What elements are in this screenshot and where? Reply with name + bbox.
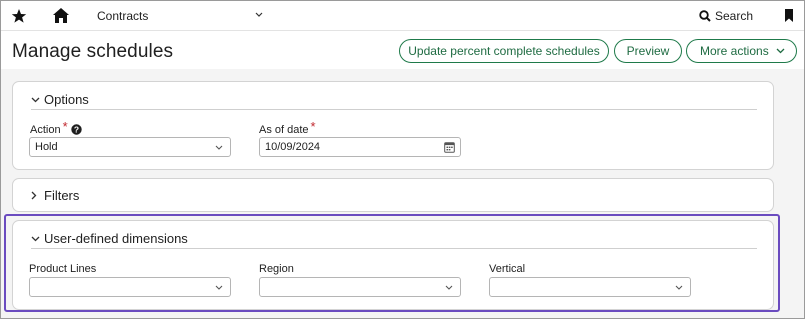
help-icon[interactable]: ? — [70, 124, 82, 135]
app-selector[interactable]: Contracts — [97, 9, 269, 25]
more-actions-button[interactable]: More actions — [686, 39, 797, 63]
chevron-down-icon — [255, 12, 263, 17]
page-title: Manage schedules — [12, 41, 174, 62]
product-lines-label: Product Lines — [29, 263, 97, 275]
user-defined-dimensions-section: User-defined dimensions Product Lines Re… — [12, 220, 774, 310]
bookmark-icon[interactable] — [784, 9, 794, 22]
chevron-down-icon — [675, 285, 683, 290]
preview-button[interactable]: Preview — [614, 39, 682, 63]
top-bar: Contracts Search — [1, 1, 804, 31]
page-header: Manage schedules Update percent complete… — [1, 32, 804, 68]
region-select[interactable] — [259, 277, 461, 297]
content-area: Options Action * ? Hold As of date * 10/09… — [1, 69, 804, 318]
action-value: Hold — [35, 141, 58, 153]
chevron-down-icon — [31, 97, 40, 103]
home-icon[interactable] — [52, 7, 70, 24]
as-of-date-input[interactable]: 10/09/2024 — [259, 137, 461, 157]
vertical-label: Vertical — [489, 263, 526, 275]
chevron-down-icon — [31, 236, 40, 242]
search-label: Search — [715, 9, 754, 23]
divider — [31, 248, 757, 249]
filters-title: Filters — [44, 188, 80, 203]
vertical-select[interactable] — [489, 277, 691, 297]
chevron-down-icon — [445, 285, 453, 290]
product-lines-select[interactable] — [29, 277, 231, 297]
chevron-down-icon — [215, 145, 223, 150]
options-title: Options — [44, 92, 89, 107]
as-of-date-label: As of date * — [259, 119, 316, 136]
action-label: Action * ? — [30, 119, 82, 136]
update-percent-complete-button[interactable]: Update percent complete schedules — [399, 39, 609, 63]
app-name: Contracts — [97, 9, 149, 23]
udd-title: User-defined dimensions — [44, 231, 188, 246]
more-actions-label: More actions — [700, 43, 769, 58]
as-of-date-value: 10/09/2024 — [265, 141, 321, 153]
filters-section: Filters — [12, 178, 774, 212]
required-marker: * — [62, 119, 68, 134]
svg-text:?: ? — [74, 125, 79, 135]
region-label: Region — [259, 263, 294, 275]
divider — [31, 109, 757, 110]
chevron-down-icon — [215, 285, 223, 290]
required-marker: * — [310, 119, 316, 134]
search-button[interactable]: Search — [699, 8, 759, 26]
action-select[interactable]: Hold — [29, 137, 231, 157]
calendar-icon[interactable] — [444, 141, 455, 153]
star-icon[interactable] — [11, 8, 27, 24]
chevron-down-icon — [776, 48, 785, 54]
search-icon — [699, 10, 711, 22]
options-section: Options Action * ? Hold As of date * 10/09… — [12, 81, 774, 170]
chevron-right-icon — [31, 191, 37, 200]
